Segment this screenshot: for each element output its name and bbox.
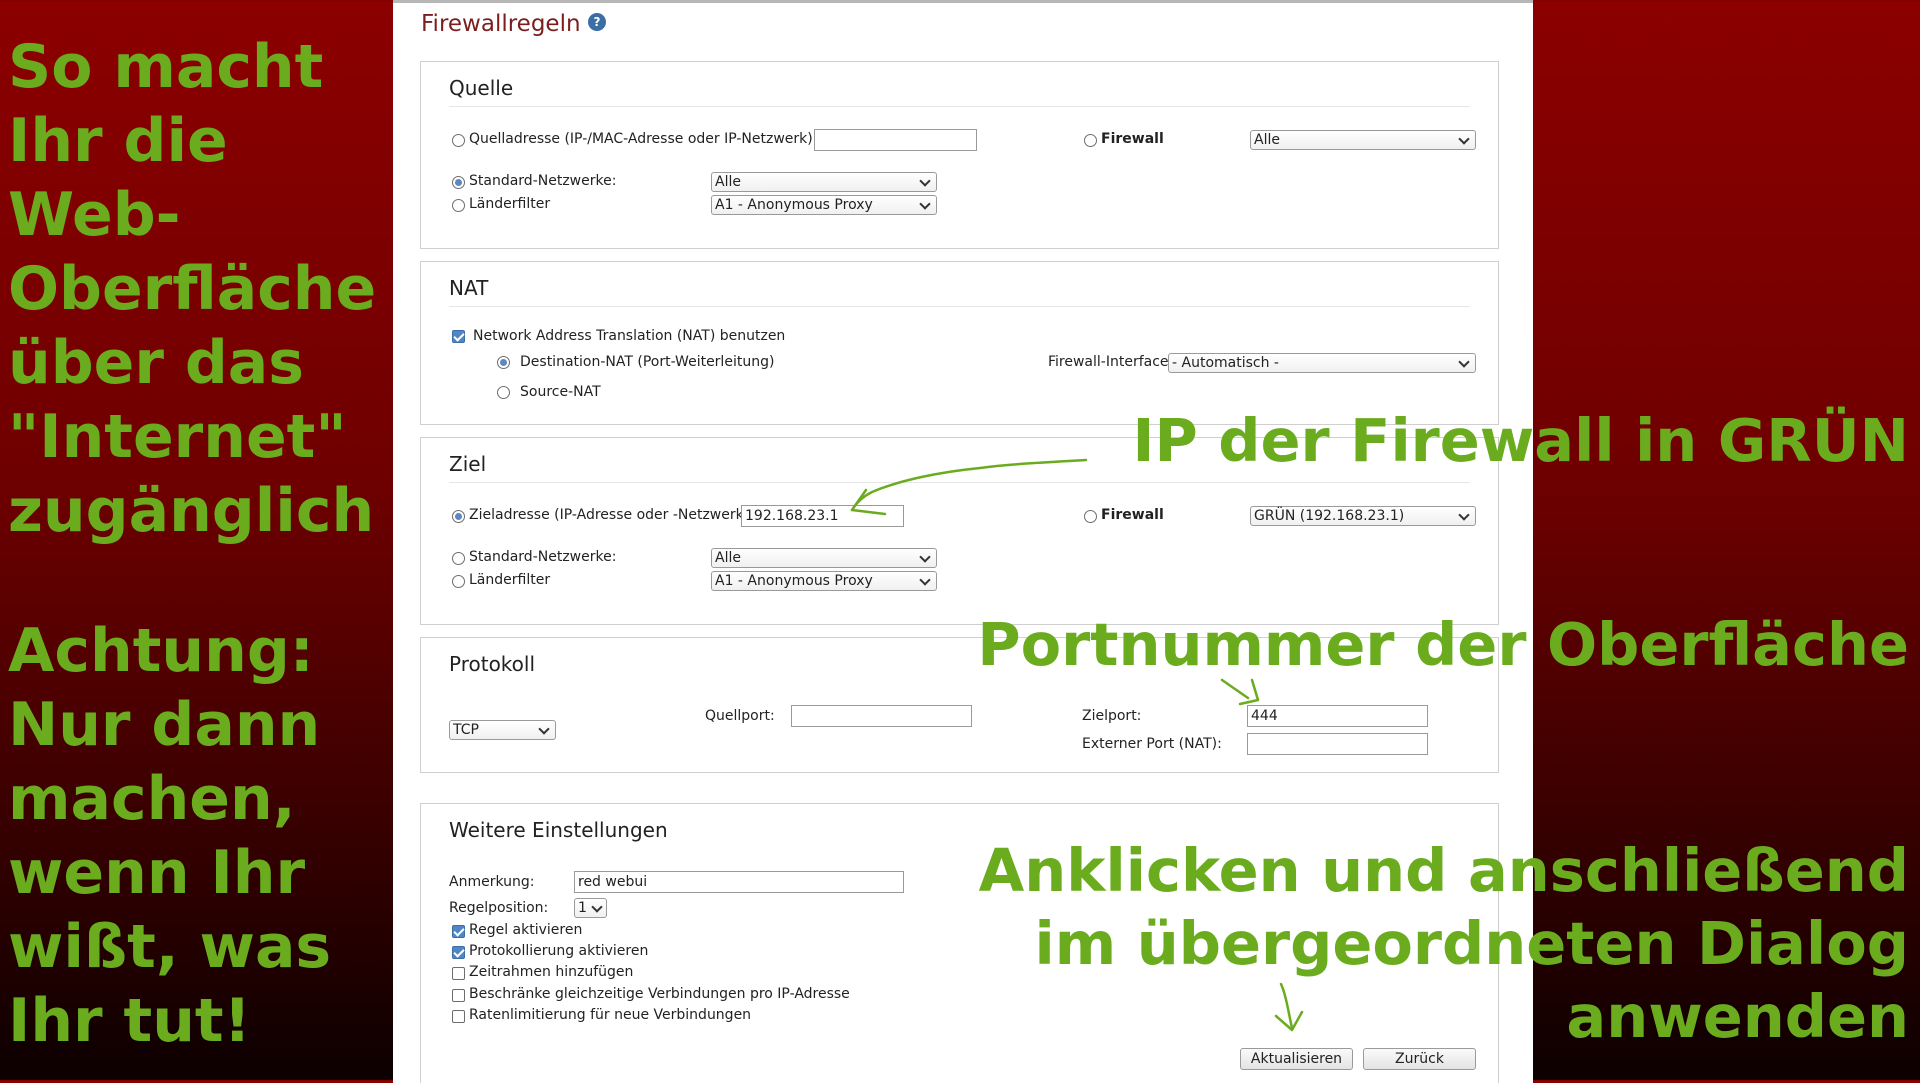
annotation-arrows	[850, 458, 1304, 1032]
arrow-to-ip-input	[850, 458, 1088, 512]
arrowhead-port	[1238, 678, 1260, 706]
arrow-to-dest-port	[1220, 678, 1250, 700]
